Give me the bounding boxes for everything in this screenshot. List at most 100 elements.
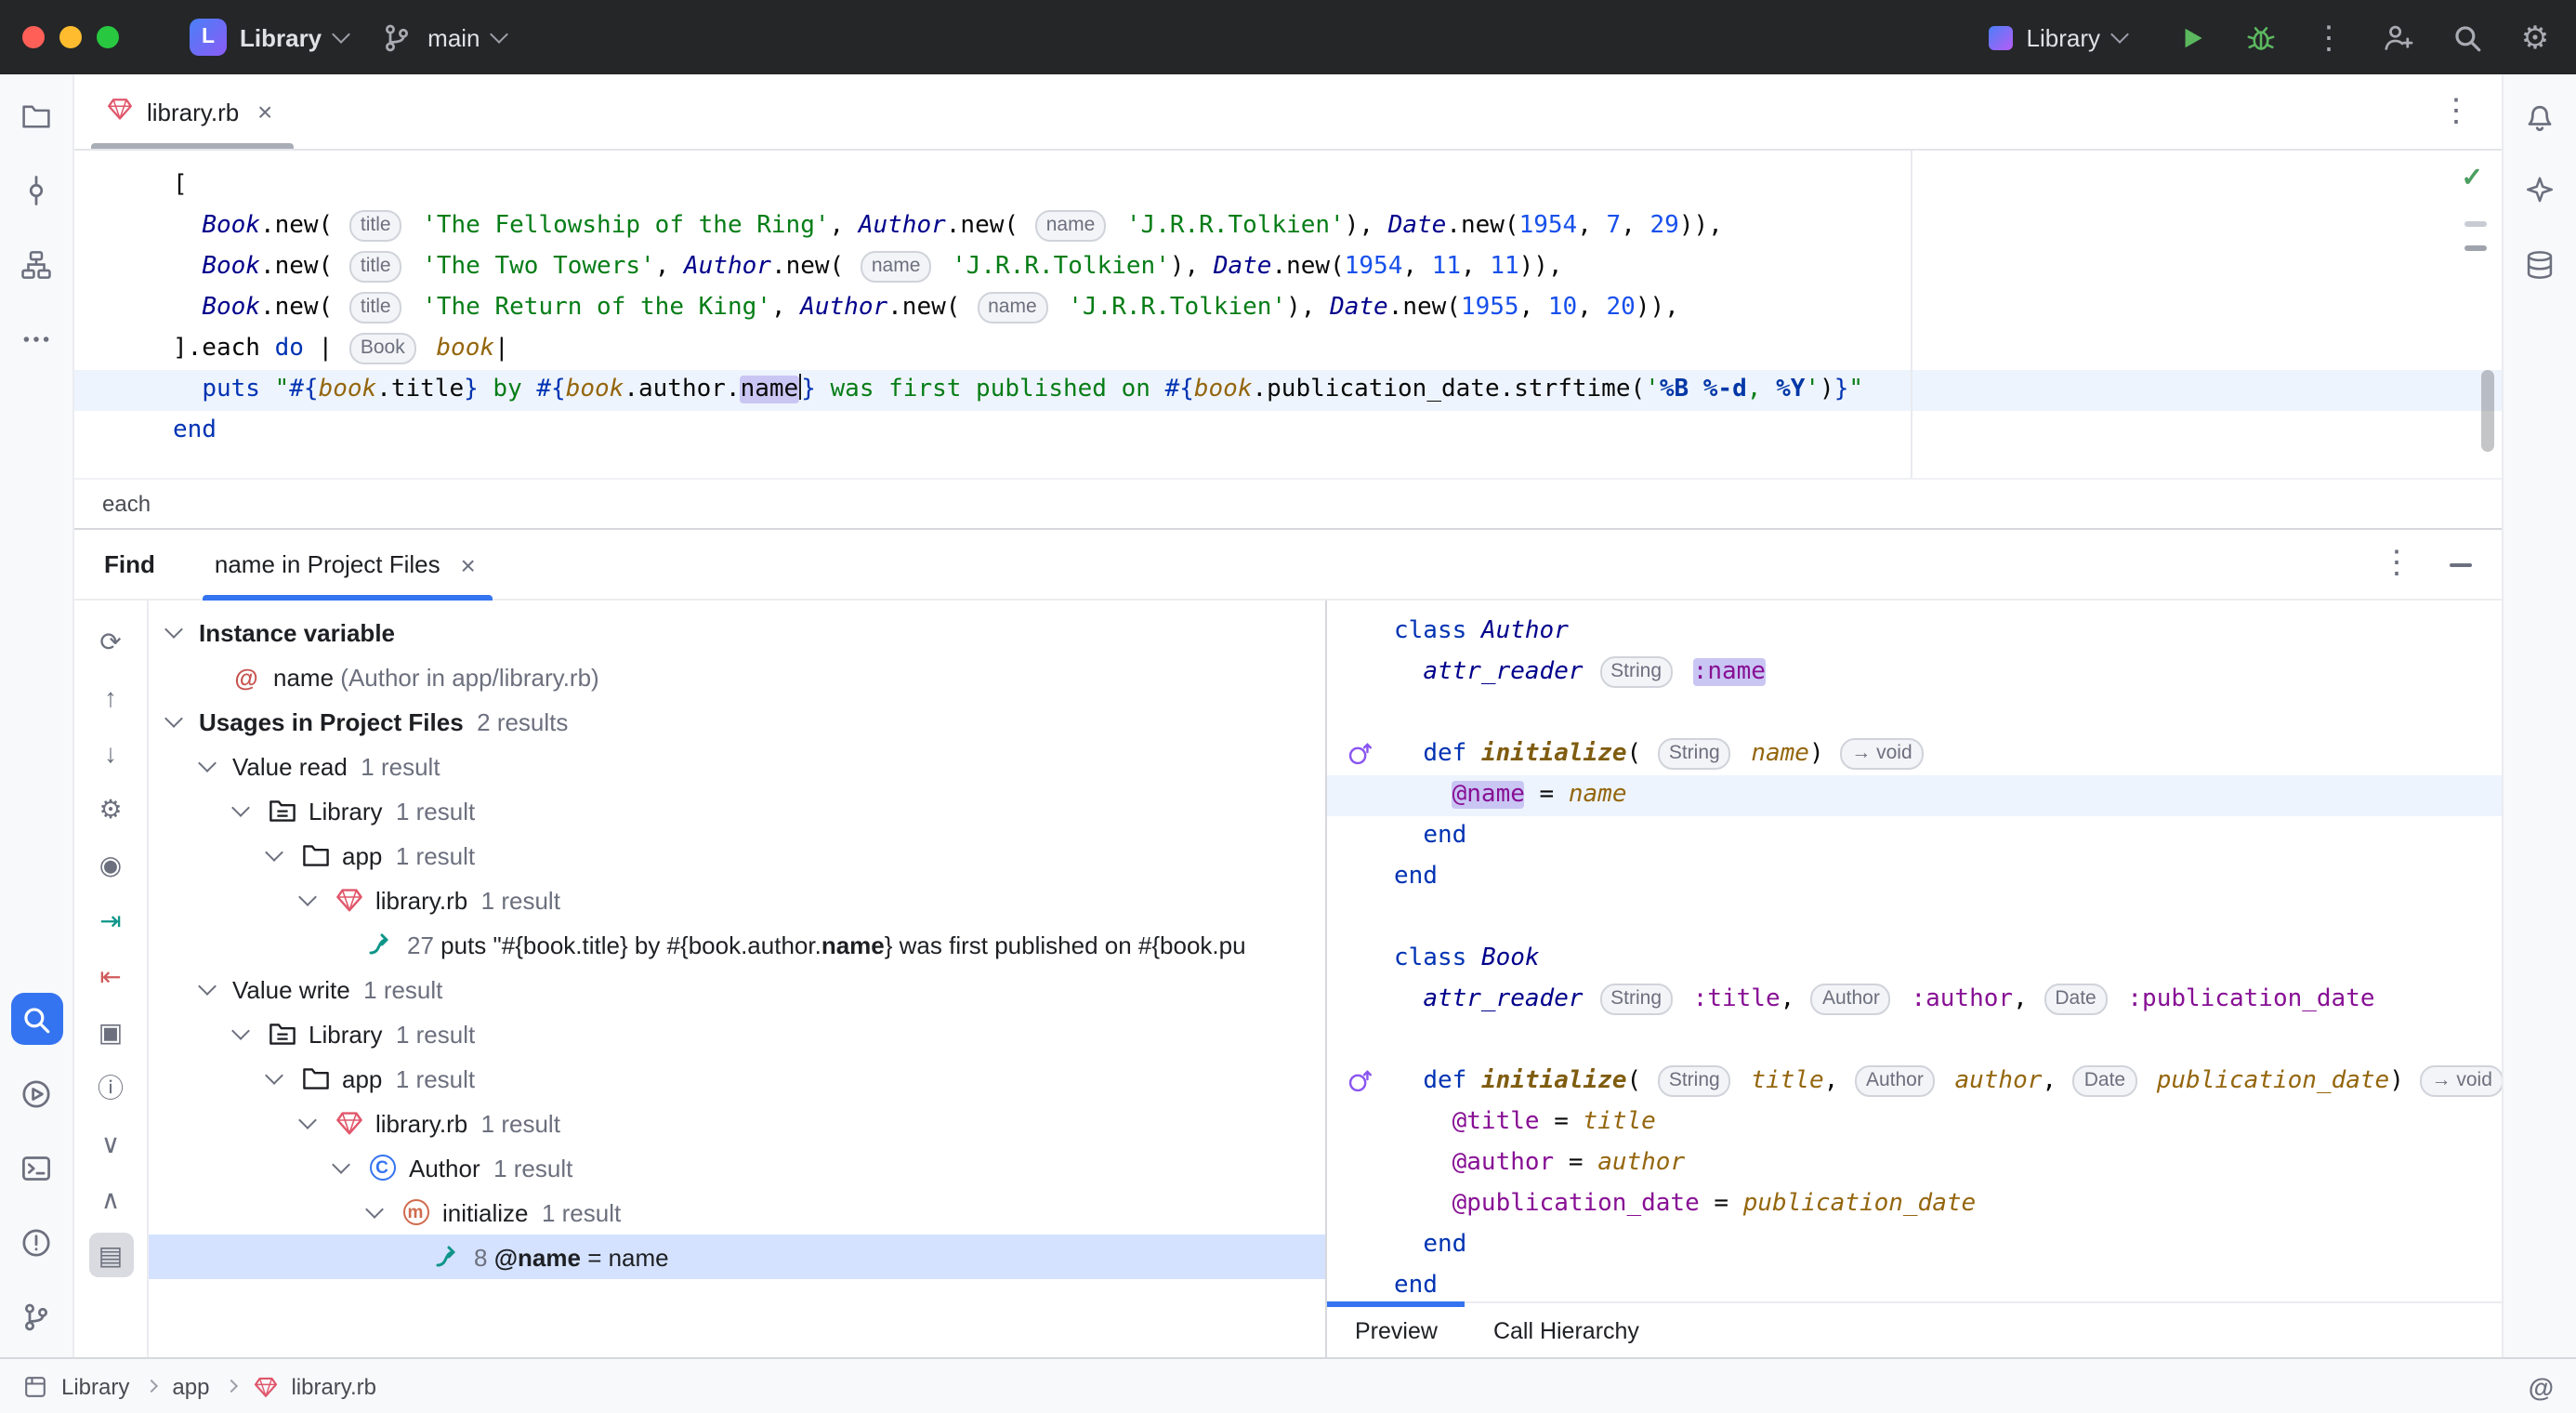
code-line[interactable]: @title = title bbox=[1327, 1103, 2502, 1143]
terminal-tool-icon[interactable] bbox=[10, 1142, 62, 1194]
tree-row-name-declaration[interactable]: @ name (Author in app/library.rb) bbox=[149, 654, 1325, 699]
tree-row-value-read[interactable]: Value read 1 result bbox=[149, 744, 1325, 788]
search-tool-icon[interactable] bbox=[10, 993, 62, 1045]
tab-library-rb[interactable]: library.rb bbox=[85, 74, 298, 149]
collapse-all-icon[interactable]: ∧ bbox=[88, 1177, 133, 1222]
more-actions-button[interactable] bbox=[2310, 19, 2347, 56]
zoom-window-button[interactable] bbox=[97, 26, 119, 48]
tab-call-hierarchy[interactable]: Call Hierarchy bbox=[1465, 1303, 1667, 1357]
code-line[interactable]: end bbox=[1327, 816, 2502, 857]
code-with-me-button[interactable] bbox=[2379, 19, 2416, 56]
chevron-down-icon[interactable] bbox=[332, 1155, 350, 1174]
code-line[interactable] bbox=[1327, 1021, 2502, 1062]
editor-scrollbar[interactable] bbox=[2481, 370, 2494, 452]
chevron-down-icon[interactable] bbox=[231, 1022, 250, 1040]
show-write-access-icon[interactable]: ⇤ bbox=[88, 954, 133, 998]
tree-row-usage-line-8[interactable]: 8 @name = name bbox=[149, 1235, 1325, 1279]
chevron-down-icon[interactable] bbox=[164, 620, 183, 639]
inspections-widget[interactable] bbox=[2462, 162, 2483, 195]
status-crumb-app[interactable]: app bbox=[172, 1373, 209, 1399]
branch-selector[interactable]: main bbox=[362, 11, 520, 63]
settings-button[interactable] bbox=[2517, 19, 2554, 56]
run-config-selector[interactable]: Library bbox=[1975, 16, 2142, 59]
commit-tool-icon[interactable] bbox=[10, 164, 62, 216]
minimize-window-button[interactable] bbox=[59, 26, 82, 48]
code-line[interactable]: def initialize( String name) → void bbox=[1327, 734, 2502, 775]
code-line[interactable]: @publication_date = publication_date bbox=[1327, 1184, 2502, 1225]
project-selector[interactable]: L Library bbox=[175, 11, 362, 63]
notifications-icon[interactable] bbox=[2514, 89, 2566, 141]
previous-occurrence-icon[interactable]: ↑ bbox=[88, 675, 133, 720]
tree-row-author-class[interactable]: C Author 1 result bbox=[149, 1145, 1325, 1190]
rerun-search-icon[interactable]: ⟳ bbox=[88, 619, 133, 664]
code-line[interactable] bbox=[1327, 693, 2502, 734]
more-tools-icon[interactable] bbox=[10, 312, 62, 364]
code-line[interactable]: attr_reader String :name bbox=[1327, 653, 2502, 693]
chevron-down-icon[interactable] bbox=[265, 1066, 283, 1085]
tree-row-usages-group[interactable]: Usages in Project Files 2 results bbox=[149, 699, 1325, 744]
code-line[interactable]: @author = author bbox=[1327, 1143, 2502, 1184]
usage-info-icon[interactable]: ⓘ bbox=[88, 1065, 133, 1110]
show-preview-icon[interactable]: ▤ bbox=[88, 1233, 133, 1277]
chevron-down-icon[interactable] bbox=[265, 843, 283, 862]
chevron-down-icon[interactable] bbox=[198, 977, 217, 996]
tree-row-value-write[interactable]: Value write 1 result bbox=[149, 967, 1325, 1011]
code-line[interactable]: def initialize( String title, Author aut… bbox=[1327, 1062, 2502, 1103]
close-tab-icon[interactable] bbox=[252, 99, 278, 125]
tree-row-library-rb[interactable]: library.rb 1 result bbox=[149, 878, 1325, 922]
code-line[interactable]: end bbox=[1327, 1266, 2502, 1301]
version-control-tool-icon[interactable] bbox=[10, 1290, 62, 1342]
code-line[interactable]: puts "#{book.title} by #{book.author.nam… bbox=[74, 370, 2502, 411]
code-line[interactable]: [ bbox=[74, 165, 2502, 206]
tab-preview[interactable]: Preview bbox=[1327, 1301, 1466, 1357]
code-line[interactable]: attr_reader String :title, Author :autho… bbox=[1327, 980, 2502, 1021]
code-line[interactable]: end bbox=[1327, 857, 2502, 898]
find-options-button[interactable] bbox=[2381, 547, 2412, 582]
tree-row-app-dir-2[interactable]: app 1 result bbox=[149, 1056, 1325, 1101]
code-line[interactable]: class Book bbox=[1327, 939, 2502, 980]
preview-editor[interactable]: class Author attr_reader String :name de… bbox=[1327, 601, 2502, 1301]
next-occurrence-icon[interactable]: ↓ bbox=[88, 731, 133, 775]
find-results-tree[interactable]: Instance variable @ name (Author in app/li… bbox=[149, 601, 1325, 1357]
code-line[interactable]: @name = name bbox=[1327, 775, 2502, 816]
breadcrumb-item-each[interactable]: each bbox=[102, 491, 151, 517]
status-crumb-file[interactable]: library.rb bbox=[291, 1373, 376, 1399]
run-button[interactable] bbox=[2173, 19, 2210, 56]
chevron-down-icon[interactable] bbox=[164, 709, 183, 728]
chevron-down-icon[interactable] bbox=[298, 1111, 317, 1129]
chevron-down-icon[interactable] bbox=[198, 754, 217, 773]
tree-row-initialize-method[interactable]: m initialize 1 result bbox=[149, 1190, 1325, 1235]
code-line[interactable]: end bbox=[74, 411, 2502, 452]
database-tool-icon[interactable] bbox=[2514, 238, 2566, 290]
chevron-down-icon[interactable] bbox=[231, 799, 250, 817]
find-settings-icon[interactable]: ⚙ bbox=[88, 786, 133, 831]
code-line[interactable]: Book.new( title 'The Return of the King'… bbox=[74, 288, 2502, 329]
autoscroll-to-source-icon[interactable]: ⇥ bbox=[88, 898, 133, 943]
tree-row-usage-line-27[interactable]: 27 puts "#{book.title} by #{book.author.… bbox=[149, 922, 1325, 967]
tree-row-app-dir[interactable]: app 1 result bbox=[149, 833, 1325, 878]
code-line[interactable] bbox=[1327, 898, 2502, 939]
debug-button[interactable] bbox=[2241, 19, 2279, 56]
chevron-down-icon[interactable] bbox=[365, 1200, 384, 1219]
tree-row-library-module-2[interactable]: Library 1 result bbox=[149, 1011, 1325, 1056]
tree-row-library-rb-2[interactable]: library.rb 1 result bbox=[149, 1101, 1325, 1145]
method-marker-icon[interactable] bbox=[1346, 1067, 1373, 1095]
problems-tool-icon[interactable] bbox=[10, 1216, 62, 1268]
status-crumb-library[interactable]: Library bbox=[61, 1373, 129, 1399]
code-line[interactable]: Book.new( title 'The Fellowship of the R… bbox=[74, 206, 2502, 247]
code-line[interactable]: ].each do | Book book| bbox=[74, 329, 2502, 370]
search-everywhere-button[interactable] bbox=[2448, 19, 2485, 56]
code-line[interactable]: class Author bbox=[1327, 612, 2502, 653]
method-marker-icon[interactable] bbox=[1346, 740, 1373, 768]
ai-assistant-status-icon[interactable] bbox=[2529, 1371, 2554, 1401]
preview-usages-icon[interactable]: ◉ bbox=[88, 842, 133, 887]
tree-row-library-module[interactable]: Library 1 result bbox=[149, 788, 1325, 833]
group-by-icon[interactable]: ▣ bbox=[88, 1010, 133, 1054]
project-tool-icon[interactable] bbox=[10, 89, 62, 141]
close-find-tab-icon[interactable] bbox=[455, 551, 481, 577]
ai-assistant-icon[interactable] bbox=[2514, 164, 2566, 216]
code-line[interactable]: Book.new( title 'The Two Towers', Author… bbox=[74, 247, 2502, 288]
find-results-tab[interactable]: name in Project Files bbox=[203, 530, 493, 601]
tree-row-instance-variable[interactable]: Instance variable bbox=[149, 610, 1325, 654]
chevron-down-icon[interactable] bbox=[298, 888, 317, 906]
